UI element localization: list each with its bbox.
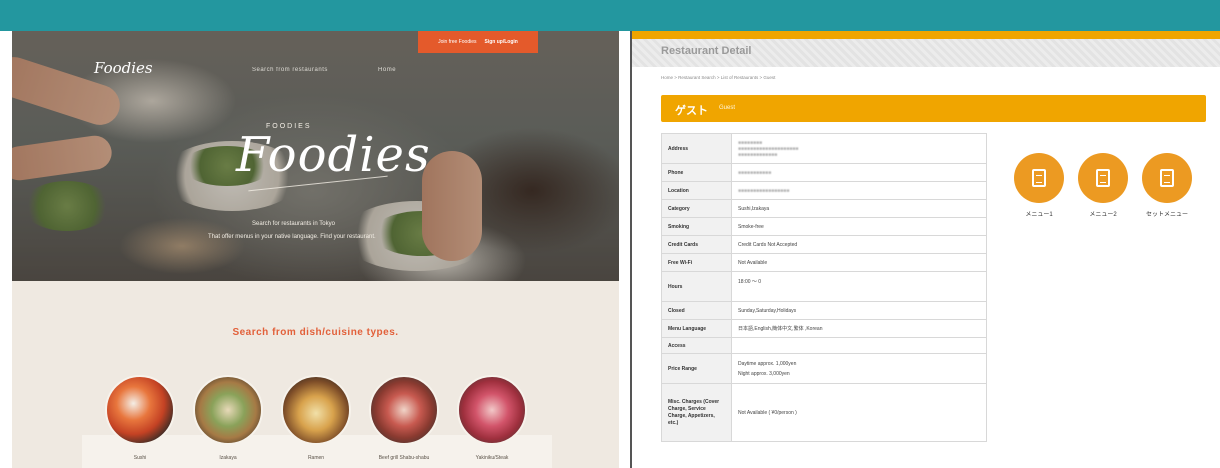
cuisine-label: Izakaya bbox=[219, 455, 237, 461]
info-value: ■■■■■■■■■■■ bbox=[731, 163, 987, 182]
cuisine-item-yakiniku[interactable]: Yakiniku/Steak bbox=[448, 375, 536, 462]
sushi-photo bbox=[105, 375, 175, 445]
table-row: Access bbox=[661, 337, 987, 354]
redacted-location: ■■■■■■■■■■■■■■■■■ bbox=[738, 187, 790, 194]
cuisine-item-sushi[interactable]: Sushi bbox=[96, 375, 184, 462]
set-menu-link[interactable]: セットメニュー bbox=[1132, 153, 1202, 218]
table-row: Smoking Smoke-free bbox=[661, 217, 987, 236]
price-night: Night approx. 3,000yen bbox=[738, 370, 790, 377]
table-row: Price Range Daytime approx. 1,000yen Nig… bbox=[661, 353, 987, 384]
menu-label: セットメニュー bbox=[1145, 212, 1188, 218]
nav-link-home[interactable]: Home bbox=[378, 67, 396, 73]
restaurant-name-en: Guest bbox=[719, 105, 736, 111]
cuisine-item-ramen[interactable]: Ramen bbox=[272, 375, 360, 462]
table-row: Misc. Charges (Cover Charge, Service Cha… bbox=[661, 383, 987, 442]
table-row: Address ■■■■■■■■ ■■■■■■■■■■■■■■■■■■■■ ■■■■… bbox=[661, 133, 987, 164]
signup-banner[interactable]: Join free Foodies Sign up/Login bbox=[418, 31, 538, 53]
info-key: Smoking bbox=[661, 217, 732, 236]
cuisine-label: Yakiniku/Steak bbox=[475, 455, 509, 461]
info-key: Closed bbox=[661, 301, 732, 320]
table-row: Category Sushi,Izakaya bbox=[661, 199, 987, 218]
signup-text: Join free Foodies bbox=[438, 39, 477, 45]
info-value: 18:00 〜 0 bbox=[731, 271, 987, 302]
menu-document-icon bbox=[1078, 153, 1128, 203]
info-key: Phone bbox=[661, 163, 732, 182]
beef-grill-photo bbox=[369, 375, 439, 445]
cuisine-label: Sushi bbox=[133, 455, 147, 461]
table-row: Closed Sunday,Saturday,Holidays bbox=[661, 301, 987, 320]
info-key: Access bbox=[661, 337, 732, 354]
info-key: Misc. Charges (Cover Charge, Service Cha… bbox=[661, 383, 732, 442]
table-row: Phone ■■■■■■■■■■■ bbox=[661, 163, 987, 182]
table-row: Location ■■■■■■■■■■■■■■■■■ bbox=[661, 181, 987, 200]
cuisine-item-izakaya[interactable]: Izakaya bbox=[184, 375, 272, 462]
info-key: Location bbox=[661, 181, 732, 200]
site-logo[interactable]: Foodies bbox=[94, 59, 153, 77]
menu-label: メニュー2 bbox=[1089, 212, 1117, 218]
yakiniku-photo bbox=[457, 375, 527, 445]
info-key: Price Range bbox=[661, 353, 732, 384]
info-value: Not Available bbox=[731, 253, 987, 272]
menu-links: メニュー1 メニュー2 セットメニュー bbox=[1004, 153, 1204, 233]
hero-description: That offer menus in your native language… bbox=[208, 234, 376, 240]
restaurant-name-jp: ゲスト bbox=[675, 105, 708, 117]
top-banner bbox=[0, 0, 1220, 31]
menu-document-icon bbox=[1014, 153, 1064, 203]
info-value: ■■■■■■■■ ■■■■■■■■■■■■■■■■■■■■ ■■■■■■■■■■■■… bbox=[731, 133, 987, 164]
info-key: Address bbox=[661, 133, 732, 164]
info-key: Category bbox=[661, 199, 732, 218]
cuisine-search-title: Search from dish/cuisine types. bbox=[232, 327, 399, 338]
foodies-home-screenshot: Foodies Search from restaurants Home Joi… bbox=[12, 31, 619, 468]
info-key: Free Wi-Fi bbox=[661, 253, 732, 272]
hero-photo: Foodies Search from restaurants Home Joi… bbox=[12, 31, 619, 281]
info-key: Menu Language bbox=[661, 319, 732, 338]
brand-logo: Foodies bbox=[236, 127, 431, 183]
menu-2-link[interactable]: メニュー2 bbox=[1068, 153, 1138, 218]
table-row: Free Wi-Fi Not Available bbox=[661, 253, 987, 272]
ramen-photo bbox=[281, 375, 351, 445]
menu-1-link[interactable]: メニュー1 bbox=[1004, 153, 1074, 218]
breadcrumb[interactable]: Home > Restaurant Search > List of Resta… bbox=[661, 75, 775, 80]
info-value: Not Available ( ¥0/person ) bbox=[731, 383, 987, 442]
signup-login-link[interactable]: Sign up/Login bbox=[485, 39, 518, 45]
cuisine-label: Beef grill Shabu-shabu bbox=[378, 455, 430, 461]
info-value: Smoke-free bbox=[731, 217, 987, 236]
nav-link-search[interactable]: Search from restaurants bbox=[252, 67, 328, 73]
info-value bbox=[731, 337, 987, 354]
hero-tagline: Search for restaurants in Tokyo bbox=[252, 221, 335, 227]
table-row: Hours 18:00 〜 0 bbox=[661, 271, 987, 302]
page-title: Restaurant Detail bbox=[661, 45, 752, 57]
redacted-phone: ■■■■■■■■■■■ bbox=[738, 169, 772, 176]
info-value: ■■■■■■■■■■■■■■■■■ bbox=[731, 181, 987, 200]
izakaya-photo bbox=[193, 375, 263, 445]
restaurant-detail-screenshot: Restaurant Detail Home > Restaurant Sear… bbox=[632, 31, 1220, 468]
cuisine-item-beef-grill[interactable]: Beef grill Shabu-shabu bbox=[360, 375, 448, 462]
info-value: Daytime approx. 1,000yen Night approx. 3… bbox=[731, 353, 987, 384]
cuisine-list: Sushi Izakaya Ramen Beef grill Shabu-sha… bbox=[12, 375, 619, 468]
cuisine-label: Ramen bbox=[307, 455, 325, 461]
restaurant-info-table: Address ■■■■■■■■ ■■■■■■■■■■■■■■■■■■■■ ■■■■… bbox=[661, 133, 987, 442]
info-value: 日本語,English,簡体中文,繁体 ,Korean bbox=[731, 319, 987, 338]
menu-label: メニュー1 bbox=[1025, 212, 1053, 218]
restaurant-name-bar: ゲスト Guest bbox=[661, 95, 1206, 122]
redacted-address: ■■■■■■■■ ■■■■■■■■■■■■■■■■■■■■ ■■■■■■■■■■■■… bbox=[738, 139, 799, 158]
top-nav: Search from restaurants Home bbox=[252, 67, 444, 73]
header-accent-bar bbox=[632, 31, 1220, 39]
table-row: Credit Cards Credit Cards Not Accepted bbox=[661, 235, 987, 254]
table-row: Menu Language 日本語,English,簡体中文,繁体 ,Korea… bbox=[661, 319, 987, 338]
info-value: Sunday,Saturday,Holidays bbox=[731, 301, 987, 320]
info-value: Credit Cards Not Accepted bbox=[731, 235, 987, 254]
info-key: Hours bbox=[661, 271, 732, 302]
info-key: Credit Cards bbox=[661, 235, 732, 254]
info-value: Sushi,Izakaya bbox=[731, 199, 987, 218]
menu-document-icon bbox=[1142, 153, 1192, 203]
price-daytime: Daytime approx. 1,000yen bbox=[738, 360, 797, 367]
